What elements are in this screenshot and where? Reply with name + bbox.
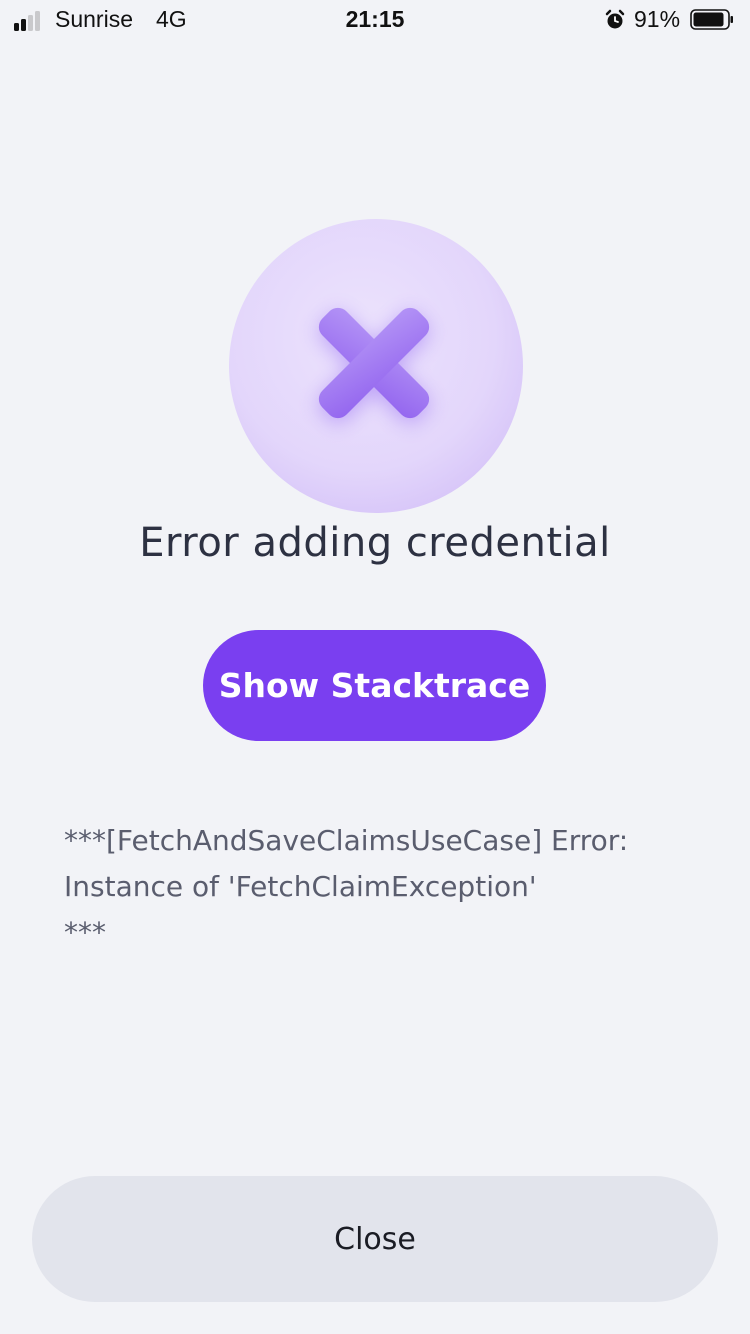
error-message: ***[FetchAndSaveClaimsUseCase] Error: In… (64, 824, 629, 949)
status-bar: Sunrise 4G 21:15 91% (0, 0, 750, 40)
battery-icon (690, 9, 733, 30)
error-x-icon (229, 219, 523, 513)
show-stacktrace-button[interactable]: Show Stacktrace (203, 630, 546, 741)
close-button[interactable]: Close (32, 1176, 718, 1302)
error-title: Error adding credential (139, 520, 611, 566)
battery-percentage: 91% (634, 6, 681, 32)
error-icon (228, 218, 524, 514)
alarm-clock-icon (605, 9, 625, 29)
